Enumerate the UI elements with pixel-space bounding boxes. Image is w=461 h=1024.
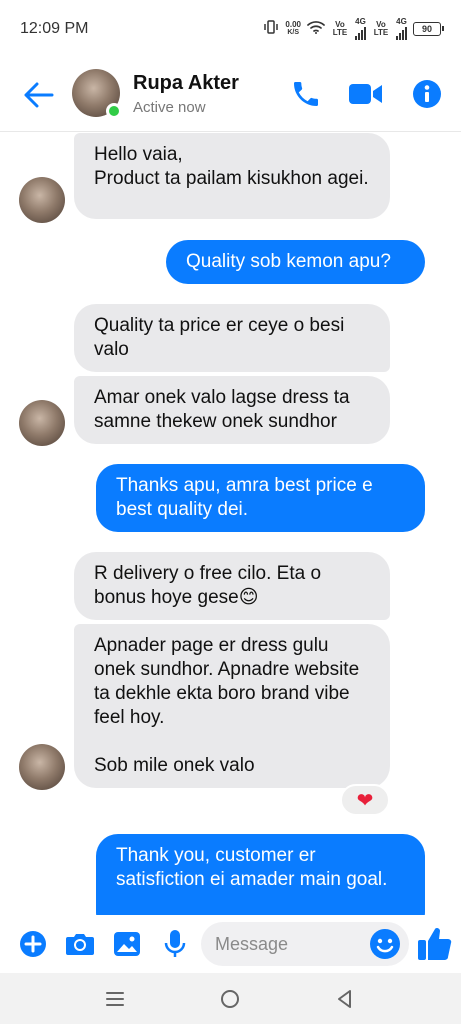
recents-button[interactable] [101,985,129,1013]
message-bubble-incoming[interactable]: R delivery o free cilo. Eta o bonus hoye… [74,552,390,620]
heart-reaction-icon[interactable]: ❤ [340,784,390,816]
contact-avatar-small[interactable] [19,177,65,223]
back-arrow-icon [24,82,54,108]
home-circle-icon [221,990,239,1008]
message-bubble-outgoing[interactable]: Thank you, customer er satisfiction ei a… [96,834,425,915]
sim1-signal: 4G [355,18,366,40]
camera-button[interactable] [63,927,97,961]
message-bubble-incoming[interactable]: Apnader page er dress gulu onek sundhor.… [74,624,390,788]
more-actions-button[interactable] [16,927,50,961]
contact-avatar-small[interactable] [19,400,65,446]
vibrate-icon [263,19,279,39]
net-speed: 0.00 K/S [285,20,301,37]
message-bubble-outgoing[interactable]: Thanks apu, amra best price e best quali… [96,464,425,532]
contact-avatar[interactable] [72,69,122,119]
message-thread[interactable]: Hello vaia, Product ta pailam kisukhon a… [0,133,461,915]
emoji-button[interactable] [369,928,401,960]
video-camera-icon [349,84,382,104]
image-icon [114,932,140,956]
status-icons: 0.00 K/S Vo LTE 4G Vo LTE 4G 90 [263,18,444,40]
info-icon [413,80,441,108]
back-nav-button[interactable] [331,985,359,1013]
contact-name[interactable]: Rupa Akter [133,72,239,95]
online-indicator [106,103,122,119]
system-nav-bar [0,973,461,1024]
plus-circle-icon [20,931,46,957]
sim1-volte: Vo LTE [332,20,348,37]
microphone-icon [164,930,186,957]
home-button[interactable] [216,985,244,1013]
back-button[interactable] [20,76,58,114]
like-button[interactable] [416,923,454,963]
message-bubble-outgoing[interactable]: Quality sob kemon apu? [166,240,425,284]
thumbs-up-icon [418,927,452,960]
message-bubble-incoming[interactable]: Amar onek valo lagse dress ta samne thek… [74,376,390,444]
contact-avatar-small[interactable] [19,744,65,790]
conversation-header: Rupa Akter Active now [0,58,461,132]
message-bubble-incoming[interactable]: Hello vaia, Product ta pailam kisukhon a… [74,133,390,219]
status-bar: 12:09 PM 0.00 K/S Vo LTE 4G Vo LTE 4G 90 [0,0,461,58]
phone-icon [294,82,318,106]
info-button[interactable] [409,76,445,112]
voice-call-button[interactable] [288,76,324,112]
wifi-icon [307,20,325,39]
message-bubble-incoming[interactable]: Quality ta price er ceye o besi valo [74,304,390,372]
message-input[interactable] [215,922,365,966]
gallery-button[interactable] [110,927,144,961]
contact-status: Active now [133,99,206,116]
smiley-icon [370,929,400,959]
camera-icon [66,934,94,955]
message-field[interactable] [201,922,409,966]
battery-icon: 90 [413,22,444,36]
video-call-button[interactable] [348,76,384,112]
sim2-signal: 4G [396,18,407,40]
menu-lines-icon [106,992,124,1006]
status-time: 12:09 PM [20,20,89,37]
back-triangle-icon [338,990,351,1008]
message-composer [0,915,461,973]
voice-message-button[interactable] [158,927,192,961]
sim2-volte: Vo LTE [373,20,389,37]
